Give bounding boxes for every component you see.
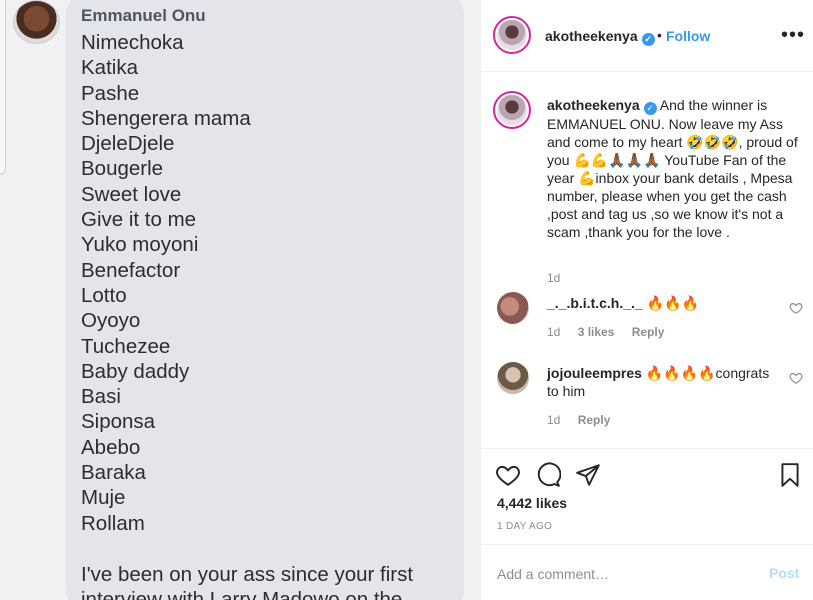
list-item: Oyoyo <box>81 309 141 333</box>
list-item: Yuko moyoni <box>81 233 199 257</box>
verified-badge-icon: ✓ <box>641 33 655 46</box>
comment-bubble-icon[interactable] <box>535 462 561 488</box>
verified-badge-icon: ✓ <box>643 102 657 115</box>
separator-dot: • <box>657 27 662 43</box>
list-item: Rollam <box>81 511 145 535</box>
header-username[interactable]: akotheekenya ✓ <box>545 28 655 46</box>
comment-text: _._.b.i.t.c.h._._ 🔥🔥🔥 <box>547 295 699 311</box>
list-item: Baby daddy <box>81 359 190 383</box>
heart-icon[interactable] <box>789 301 803 315</box>
comment-text: jojouleempres 🔥🔥🔥🔥congrats to him <box>547 365 770 399</box>
post-date[interactable]: 1 DAY AGO <box>497 521 552 532</box>
comment-time[interactable]: 1d <box>547 325 560 339</box>
post-sidebar: akotheekenya ✓ • Follow ••• akotheekenya ✓… <box>480 0 813 600</box>
reply-button[interactable]: Reply <box>578 413 611 427</box>
commenter-avatar[interactable] <box>497 362 529 394</box>
list-item: Katika <box>81 56 138 80</box>
list-item: Bougerle <box>81 157 164 181</box>
caption-text: And the winner is EMMANUEL ONU. Now leav… <box>547 97 798 240</box>
action-bar <box>481 448 813 498</box>
list-item: Benefactor <box>81 258 181 282</box>
list-item: Lotto <box>81 283 127 307</box>
add-comment-bar: Post <box>481 544 813 600</box>
list-item: Muje <box>81 486 126 510</box>
list-item: Pashe <box>81 81 140 105</box>
commenter-avatar[interactable] <box>497 292 529 324</box>
list-item: DjeleDjele <box>81 132 175 156</box>
post-button[interactable]: Post <box>769 565 799 581</box>
sender-avatar <box>13 0 60 44</box>
caption-avatar[interactable] <box>493 91 531 129</box>
reply-button[interactable]: Reply <box>632 325 665 339</box>
follow-button[interactable]: Follow <box>666 28 710 44</box>
comment-username[interactable]: jojouleempres <box>547 365 642 381</box>
list-item: Baraka <box>81 461 146 485</box>
like-heart-icon[interactable] <box>495 462 521 488</box>
caption-timestamp[interactable]: 1d <box>547 271 560 285</box>
profile-avatar[interactable] <box>493 16 531 54</box>
comment-time[interactable]: 1d <box>547 413 560 427</box>
sender-name: Emmanuel Onu <box>81 6 206 25</box>
list-item: Give it to me <box>81 208 197 232</box>
comment-likes[interactable]: 3 likes <box>578 325 615 339</box>
phone-frame-edge <box>0 0 6 175</box>
list-item: Shengerera mama <box>81 106 251 130</box>
post-image[interactable]: Emmanuel Onu Nimechoka Katika Pashe Shen… <box>0 0 480 600</box>
share-paper-plane-icon[interactable] <box>575 462 601 488</box>
more-options-icon[interactable]: ••• <box>781 24 805 47</box>
list-item: Abebo <box>81 435 141 459</box>
list-item: Nimechoka <box>81 31 184 54</box>
likes-count[interactable]: 4,442 likes <box>497 495 567 511</box>
heart-icon[interactable] <box>789 371 803 385</box>
bookmark-icon[interactable] <box>777 462 803 488</box>
caption: akotheekenya ✓ And the winner is EMMANUEL… <box>547 96 807 241</box>
list-item: Basi <box>81 385 121 409</box>
names-list: Nimechoka Katika Pashe Shengerera mama D… <box>81 30 251 536</box>
comment-input[interactable] <box>497 564 747 584</box>
list-item: Sweet love <box>81 182 182 206</box>
comment-meta: 1d 3 likes Reply <box>547 325 678 339</box>
chat-paragraph: I've been on your ass since your first i… <box>81 563 414 600</box>
comment-username[interactable]: _._.b.i.t.c.h._._ <box>547 295 643 311</box>
list-item: Tuchezee <box>81 334 171 358</box>
caption-username[interactable]: akotheekenya <box>547 97 640 113</box>
list-item: Siponsa <box>81 410 156 434</box>
comment-meta: 1d Reply <box>547 413 624 427</box>
post-header: akotheekenya ✓ • Follow ••• <box>481 0 813 72</box>
